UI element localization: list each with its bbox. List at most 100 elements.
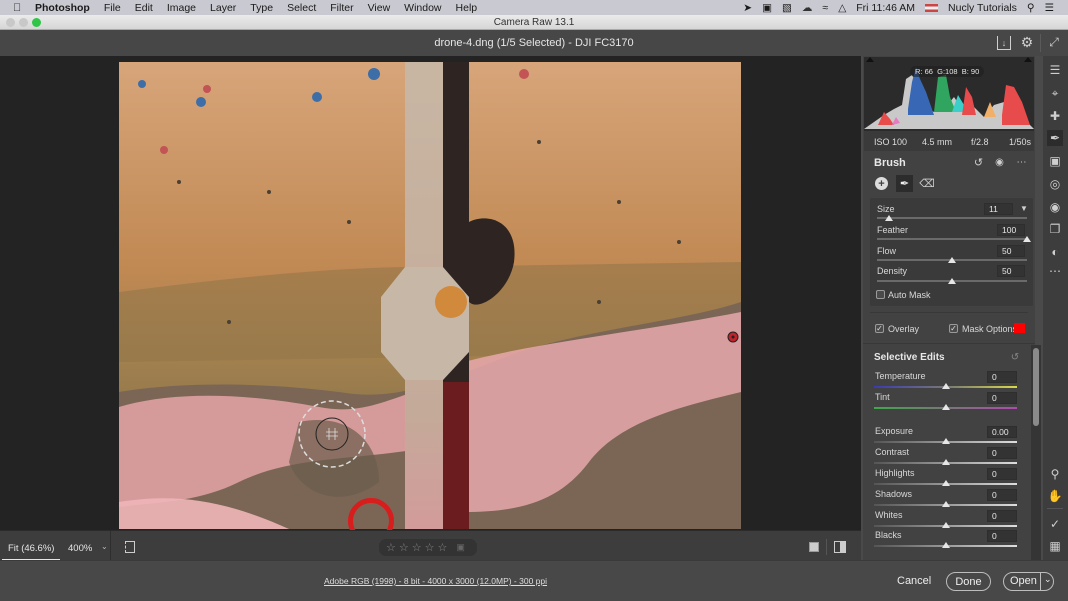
fullscreen-window-button[interactable] [32,18,41,27]
hand-tool-icon[interactable]: ✋ [1047,488,1063,504]
menu-image[interactable]: Image [167,2,196,14]
menu-view[interactable]: View [368,2,391,14]
auto-mask-checkbox[interactable] [876,290,885,299]
size-input[interactable]: 11 [984,203,1013,215]
temperature-input[interactable]: 0 [987,371,1017,383]
adjustment-brush-icon[interactable]: ✒ [1047,130,1063,146]
zoom-fit-button[interactable]: Fit (46.6%) [8,543,54,554]
brush-tool-icon[interactable]: ✒ [896,175,913,192]
radial-filter-icon[interactable]: ◎ [1047,176,1063,192]
grid-overlay-icon[interactable]: ▦ [1047,538,1063,554]
eraser-icon[interactable]: ⌫ [919,177,935,190]
density-input[interactable]: 50 [997,265,1025,277]
close-window-button[interactable] [6,18,15,27]
flag-icon[interactable] [925,3,939,12]
rating-star-4[interactable]: ☆ [425,541,435,554]
clock[interactable]: Fri 11:46 AM [856,2,915,14]
show-overlay-eye-icon[interactable]: ◉ [993,156,1006,169]
notification-center-icon[interactable]: ☰ [1045,2,1054,14]
minimize-window-button[interactable] [19,18,28,27]
fullscreen-toggle-icon[interactable]: ⤢ [1046,34,1062,50]
filmstrip-toggle-icon[interactable] [125,541,135,553]
workflow-options-link[interactable]: Adobe RGB (1998) - 8 bit - 4000 x 3000 (… [324,576,547,586]
trash-icon[interactable]: ▣ [456,542,465,553]
open-options-chevron-icon[interactable]: ⌄ [1044,574,1052,585]
tint-input[interactable]: 0 [987,392,1017,404]
shadows-slider-thumb[interactable] [941,501,950,507]
spotlight-search-icon[interactable]: ⚲ [1027,2,1035,14]
overlay-checkbox[interactable]: ✓ [875,324,884,333]
rating-star-5[interactable]: ☆ [438,541,448,554]
crop-tool-icon[interactable]: ⌖ [1047,85,1063,101]
menu-select[interactable]: Select [287,2,316,14]
mask-options-checkbox[interactable]: ✓ [949,324,958,333]
highlights-input[interactable]: 0 [987,468,1017,480]
camera-status-icon[interactable]: ▣ [762,2,772,14]
whites-input[interactable]: 0 [987,510,1017,522]
save-image-icon[interactable]: ↓ [997,36,1011,50]
highlights-slider-thumb[interactable] [941,480,950,486]
contrast-slider-thumb[interactable] [941,459,950,465]
highlight-clipping-toggle[interactable] [1022,57,1034,67]
chevron-down-icon[interactable]: ⌄ [101,542,108,551]
menu-window[interactable]: Window [404,2,441,14]
more-options-icon[interactable]: ⋯ [1015,156,1028,169]
size-slider-track[interactable] [877,217,1027,219]
rating-star-1[interactable]: ☆ [386,541,396,554]
contrast-input[interactable]: 0 [987,447,1017,459]
whites-slider-thumb[interactable] [941,522,950,528]
cancel-button[interactable]: Cancel [897,575,931,587]
feather-input[interactable]: 100 [997,224,1025,236]
menu-type[interactable]: Type [250,2,273,14]
wifi-icon[interactable]: ≈ [822,2,828,14]
temperature-slider-thumb[interactable] [941,383,950,389]
apple-icon[interactable]:  [13,2,25,14]
exposure-slider-thumb[interactable] [941,438,950,444]
display-icon[interactable]: ▧ [782,2,792,14]
healing-tool-icon[interactable]: ✚ [1047,108,1063,124]
blacks-slider-thumb[interactable] [941,542,950,548]
exposure-input[interactable]: 0.00 [987,426,1017,438]
blacks-input[interactable]: 0 [987,530,1017,542]
reset-selective-edits-icon[interactable]: ↺ [1009,352,1021,363]
compare-toggle-icon[interactable] [834,541,846,553]
feather-slider-thumb[interactable] [1023,236,1031,242]
creative-cloud-icon[interactable]: ☁ [802,2,813,14]
flow-input[interactable]: 50 [997,245,1025,257]
menu-help[interactable]: Help [456,2,478,14]
before-after-view-icon[interactable] [809,542,819,552]
user-name[interactable]: Nucly Tutorials [948,2,1017,14]
tint-slider-thumb[interactable] [941,404,950,410]
drone-photo-preview[interactable] [119,62,741,529]
brush-presets-dropdown-icon[interactable]: ▼ [1019,203,1029,213]
menu-filter[interactable]: Filter [330,2,353,14]
zoom-tool-icon[interactable]: ⚲ [1047,466,1063,482]
snapshots-icon[interactable]: ❐ [1047,221,1063,237]
presets-icon[interactable]: ◐ [1047,244,1063,260]
red-eye-icon[interactable]: ◉ [1047,199,1063,215]
settings-gear-icon[interactable]: ⚙ [1019,34,1035,50]
density-slider-thumb[interactable] [948,278,956,284]
location-icon[interactable]: ➤ [743,2,752,14]
feather-slider-track[interactable] [877,238,1027,240]
panel-scrollbar-thumb[interactable] [1033,348,1039,426]
shadows-input[interactable]: 0 [987,489,1017,501]
rating-star-2[interactable]: ☆ [399,541,409,554]
menu-file[interactable]: File [104,2,121,14]
graduated-filter-icon[interactable]: ▣ [1047,153,1063,169]
size-slider-thumb[interactable] [885,215,893,221]
airplay-icon[interactable]: △ [838,2,846,14]
rating-star-3[interactable]: ☆ [412,541,422,554]
mask-color-swatch[interactable] [1014,323,1025,333]
menu-app-photoshop[interactable]: Photoshop [35,2,90,14]
zoom-level-dropdown[interactable]: 400% [68,543,92,554]
done-button[interactable]: Done [946,572,991,591]
more-tools-icon[interactable]: ⋯ [1047,263,1063,279]
panel-scrollbar[interactable] [1031,345,1041,560]
reset-brush-icon[interactable]: ↺ [972,156,985,169]
color-sampler-icon[interactable]: ✓ [1047,516,1063,532]
flow-slider-thumb[interactable] [948,257,956,263]
open-button[interactable]: Open [1010,575,1037,587]
shadow-clipping-toggle[interactable] [864,57,876,67]
add-brush-icon[interactable]: + [875,177,888,190]
